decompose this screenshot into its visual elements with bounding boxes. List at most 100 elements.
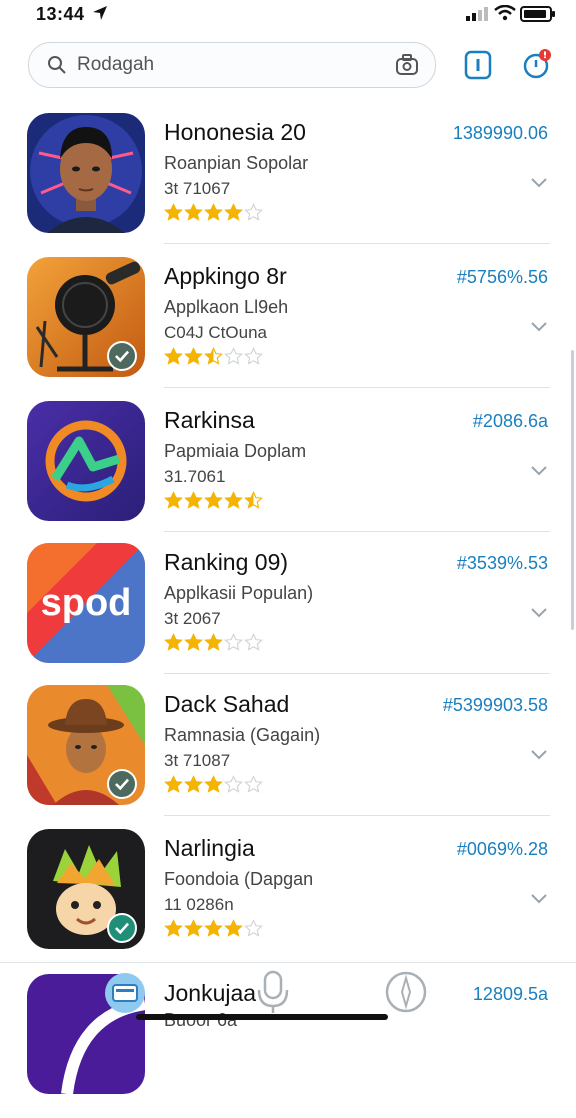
app-price[interactable]: #5756%.56	[457, 267, 548, 288]
star-icon	[204, 203, 223, 221]
app-subtitle: Ramnasia (Gagain)	[164, 725, 321, 745]
app-price[interactable]: 12809.5a	[473, 984, 548, 1005]
sprod-logo-icon: spod	[27, 543, 145, 663]
app-price[interactable]: #5399903.58	[443, 695, 548, 716]
microphone-tab-icon[interactable]	[254, 970, 292, 1014]
location-arrow-icon	[93, 6, 107, 20]
star-icon	[244, 491, 263, 509]
app-title: Rarkinsa	[164, 407, 255, 433]
status-bar: 13:44	[0, 0, 576, 30]
list-divider	[164, 815, 550, 816]
search-icon	[48, 56, 66, 74]
search-input[interactable]: Rodagah	[77, 54, 154, 76]
app-list-item[interactable]: Narlingia Foondoia (Dapgan 11 0286n #006…	[0, 829, 576, 973]
star-icon	[224, 203, 243, 221]
chevron-down-icon[interactable]	[530, 607, 548, 619]
star-icon	[164, 203, 183, 221]
app-price[interactable]: #3539%.53	[457, 553, 548, 574]
rating-stars	[164, 347, 264, 367]
star-icon	[244, 919, 263, 937]
bottom-divider	[0, 962, 576, 963]
rating-stars	[164, 633, 264, 653]
installed-check-icon	[107, 341, 137, 371]
info-icon[interactable]	[464, 50, 492, 80]
star-icon	[184, 491, 203, 509]
app-list-item[interactable]: Dack Sahad Ramnasia (Gagain) 3t 71087 #5…	[0, 685, 576, 829]
app-price[interactable]: #0069%.28	[457, 839, 548, 860]
app-title: Narlingia	[164, 835, 255, 861]
app-list-item[interactable]: Rarkinsa Papmiaia Doplam 31.7061 #2086.6…	[0, 401, 576, 545]
app-meta: 31.7061	[164, 467, 226, 486]
rating-stars	[164, 491, 264, 511]
abstract-logo-icon	[27, 401, 145, 521]
chevron-down-icon[interactable]	[530, 177, 548, 189]
app-meta: 3t 2067	[164, 609, 221, 628]
star-icon	[244, 775, 263, 793]
star-icon	[244, 633, 263, 651]
app-price[interactable]: 1389990.06	[453, 123, 548, 144]
chevron-down-icon[interactable]	[530, 749, 548, 761]
app-subtitle: Papmiaia Doplam	[164, 441, 307, 461]
installed-check-icon	[107, 769, 137, 799]
home-indicator[interactable]	[136, 1014, 388, 1020]
rating-stars	[164, 203, 264, 223]
star-icon	[204, 633, 223, 651]
list-divider	[164, 673, 550, 674]
app-meta: C04J CtOuna	[164, 323, 267, 342]
app-title: Dack Sahad	[164, 691, 290, 717]
star-icon	[224, 347, 243, 365]
portrait-man-icon	[27, 113, 145, 233]
notification-bell-icon[interactable]	[522, 48, 552, 80]
star-icon	[184, 775, 203, 793]
star-icon	[224, 775, 243, 793]
list-divider	[164, 243, 550, 244]
star-icon	[224, 633, 243, 651]
star-icon	[164, 775, 183, 793]
app-title: Hononesia 20	[164, 119, 306, 145]
chevron-down-icon[interactable]	[530, 465, 548, 477]
chevron-down-icon[interactable]	[530, 893, 548, 905]
wallet-tab-icon[interactable]	[104, 972, 146, 1014]
app-meta: 11 0286n	[164, 895, 234, 914]
star-icon	[204, 775, 223, 793]
camera-icon[interactable]	[395, 54, 419, 76]
star-icon	[184, 203, 203, 221]
star-icon	[244, 347, 263, 365]
star-icon	[204, 347, 223, 365]
installed-check-icon	[107, 913, 137, 943]
app-title: Jonkujaa	[164, 980, 257, 1006]
compass-tab-icon[interactable]	[384, 970, 428, 1014]
cellular-signal-icon	[466, 7, 488, 21]
star-icon	[244, 203, 263, 221]
star-icon	[164, 919, 183, 937]
app-price[interactable]: #2086.6a	[473, 411, 548, 432]
rating-stars	[164, 919, 264, 939]
star-icon	[184, 633, 203, 651]
svg-text:spod: spod	[41, 582, 132, 624]
app-meta: 3t 71087	[164, 751, 231, 770]
app-subtitle: Applkaon Ll9eh	[164, 297, 289, 317]
app-subtitle: Foondoia (Dapgan	[164, 869, 314, 889]
app-title: Ranking 09)	[164, 549, 289, 575]
star-icon	[224, 919, 243, 937]
scroll-indicator[interactable]	[571, 350, 574, 630]
star-icon	[204, 919, 223, 937]
app-list-item[interactable]: Hononesia 20 Roanpian Sopolar 3t 71067 1…	[0, 113, 576, 257]
chevron-down-icon[interactable]	[530, 321, 548, 333]
star-icon	[204, 491, 223, 509]
wifi-icon	[494, 5, 516, 21]
battery-icon	[520, 6, 555, 22]
app-list-item[interactable]: spod Ranking 09) Applkasii Populan) 3t 2…	[0, 543, 576, 687]
status-time: 13:44	[36, 4, 85, 24]
star-icon	[224, 491, 243, 509]
star-icon	[184, 347, 203, 365]
star-icon	[164, 347, 183, 365]
app-subtitle: Roanpian Sopolar	[164, 153, 309, 173]
star-icon	[164, 491, 183, 509]
list-divider	[164, 387, 550, 388]
app-meta: 3t 71067	[164, 179, 231, 198]
rating-stars	[164, 775, 264, 795]
star-icon	[164, 633, 183, 651]
search-bar[interactable]: Rodagah	[28, 42, 436, 88]
app-list-item[interactable]: Appkingo 8r Applkaon Ll9eh C04J CtOuna #…	[0, 257, 576, 401]
